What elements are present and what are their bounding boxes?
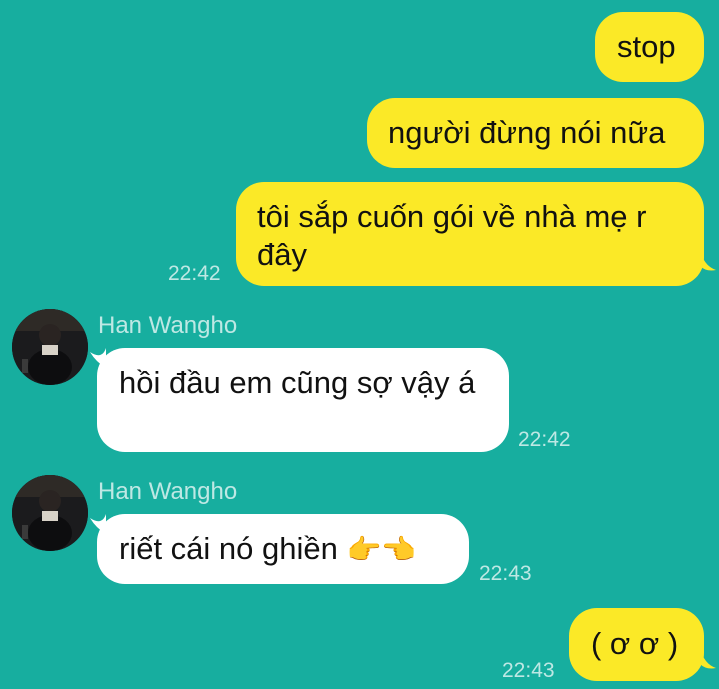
- sender-name: Han Wangho: [98, 478, 238, 505]
- outgoing-message[interactable]: ( ơ ơ ): [569, 608, 704, 681]
- bubble-tail: [700, 648, 716, 669]
- message-text: tôi sắp cuốn gói về nhà mẹ r đây: [257, 199, 647, 272]
- incoming-message[interactable]: hồi đầu em cũng sợ vậy á: [97, 348, 509, 452]
- message-timestamp: 22:42: [518, 428, 571, 451]
- profile-photo-icon: [12, 309, 88, 385]
- message-text: riết cái nó ghiền: [119, 531, 338, 566]
- outgoing-message[interactable]: người đừng nói nữa: [367, 98, 704, 168]
- message-text: người đừng nói nữa: [388, 115, 666, 150]
- outgoing-message[interactable]: tôi sắp cuốn gói về nhà mẹ r đây: [236, 182, 704, 286]
- avatar[interactable]: [12, 309, 88, 385]
- profile-photo-icon: [12, 475, 88, 551]
- message-text: stop: [617, 29, 676, 64]
- incoming-message[interactable]: riết cái nó ghiền 👉👈: [97, 514, 469, 584]
- pointing-fingers-emoji: 👉👈: [346, 533, 417, 566]
- message-timestamp: 22:43: [502, 659, 555, 682]
- message-text: ( ơ ơ ): [591, 626, 679, 661]
- message-timestamp: 22:42: [168, 262, 221, 285]
- outgoing-message[interactable]: stop: [595, 12, 704, 82]
- message-text: hồi đầu em cũng sợ vậy á: [119, 365, 476, 400]
- sender-name: Han Wangho: [98, 312, 238, 339]
- bubble-tail: [700, 250, 716, 271]
- avatar[interactable]: [12, 475, 88, 551]
- message-timestamp: 22:43: [479, 562, 532, 585]
